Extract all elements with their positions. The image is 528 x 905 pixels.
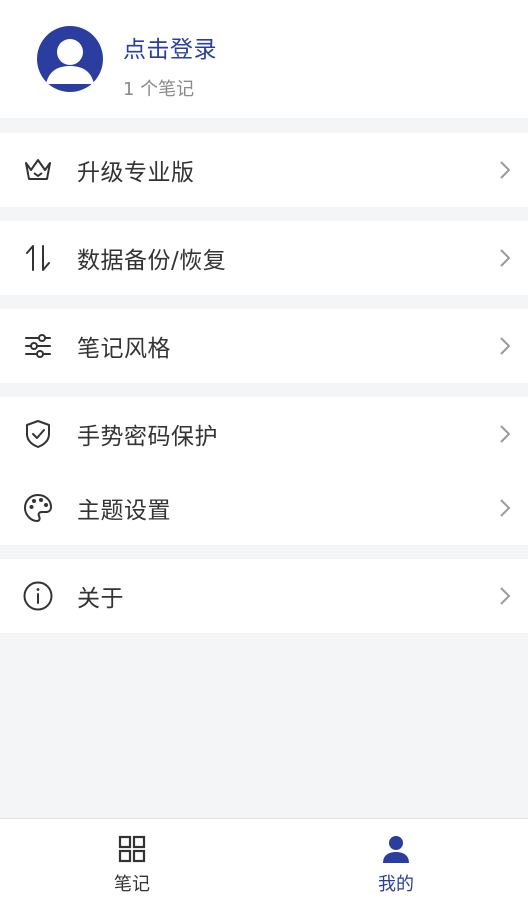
menu-item-upgrade[interactable]: 升级专业版	[0, 133, 528, 207]
menu-label-backup: 数据备份/恢复	[77, 248, 227, 274]
tab-notes[interactable]: 笔记	[0, 819, 264, 905]
note-count: 1 个笔记	[123, 79, 195, 100]
menu-group-upgrade: 升级专业版	[0, 133, 528, 207]
login-link[interactable]: 点击登录	[123, 30, 217, 64]
menu-label-upgrade: 升级专业版	[77, 160, 195, 186]
chevron-right-icon	[500, 499, 511, 517]
info-icon	[22, 580, 54, 612]
menu-label-theme: 主题设置	[77, 498, 171, 524]
sliders-icon	[22, 330, 54, 362]
chevron-right-icon	[500, 587, 511, 605]
tab-label-notes: 笔记	[114, 874, 150, 895]
tab-label-mine: 我的	[378, 874, 414, 895]
menu-label-about: 关于	[77, 586, 124, 612]
menu-group-about: 关于	[0, 559, 528, 633]
profile-header[interactable]: 点击登录 1 个笔记	[0, 0, 528, 118]
user-icon	[383, 836, 409, 863]
crown-icon	[22, 154, 54, 186]
avatar[interactable]	[37, 26, 103, 92]
menu-item-about[interactable]: 关于	[0, 559, 528, 633]
chevron-right-icon	[500, 161, 511, 179]
menu-group-backup: 数据备份/恢复	[0, 221, 528, 295]
user-avatar-icon	[46, 39, 94, 84]
shield-check-icon	[22, 418, 54, 450]
menu-label-gesture-password: 手势密码保护	[77, 424, 218, 450]
chevron-right-icon	[500, 337, 511, 355]
menu-item-gesture-password[interactable]: 手势密码保护	[0, 397, 528, 471]
sort-arrows-icon	[22, 242, 54, 274]
chevron-right-icon	[500, 425, 511, 443]
chevron-right-icon	[500, 249, 511, 267]
tab-mine[interactable]: 我的	[264, 819, 528, 905]
menu-group-style: 笔记风格	[0, 309, 528, 383]
menu-item-backup[interactable]: 数据备份/恢复	[0, 221, 528, 295]
menu-item-theme[interactable]: 主题设置	[0, 471, 528, 545]
bottom-tab-bar: 笔记 我的	[0, 818, 528, 905]
menu-group-security: 手势密码保护 主题设置	[0, 397, 528, 545]
palette-icon	[22, 492, 54, 524]
grid-icon	[118, 835, 146, 863]
menu-label-note-style: 笔记风格	[77, 336, 171, 362]
menu-item-note-style[interactable]: 笔记风格	[0, 309, 528, 383]
